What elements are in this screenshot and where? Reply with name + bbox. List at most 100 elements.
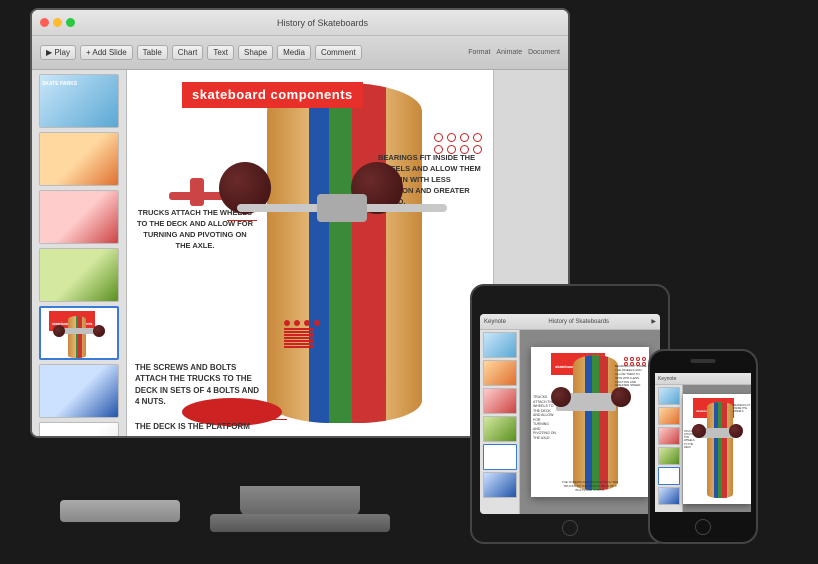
iphone-thumb-3[interactable] xyxy=(658,427,680,445)
iphone-titlebar: Keynote xyxy=(655,373,751,385)
annotation-deck: THE DECK IS THE PLATFORM xyxy=(135,421,265,433)
iphone-main: skateboard components xyxy=(655,385,751,512)
table-button[interactable]: Table xyxy=(137,45,168,60)
connector-deck xyxy=(237,419,287,420)
ipad-thumb-5[interactable] xyxy=(483,444,517,470)
bearing-dots xyxy=(434,133,483,154)
ipad-wheels xyxy=(551,387,631,407)
ipad-content: Keynote History of Skateboards ▶ xyxy=(480,314,660,514)
screw-line xyxy=(284,331,314,333)
title-bar: History of Skateboards xyxy=(32,10,568,36)
iphone: Keynote xyxy=(648,349,758,544)
ipad-anno-screws: THE SCREWS AND BOLTS ATTACH THE TRUCKS T… xyxy=(560,480,620,492)
iphone-thumb-4[interactable] xyxy=(658,447,680,465)
ipad-bdot xyxy=(624,357,628,361)
ipad-thumb-4[interactable] xyxy=(483,416,517,442)
media-button[interactable]: Media xyxy=(277,45,311,60)
bearing-dot xyxy=(434,133,443,142)
slide-content: skateboard components xyxy=(127,70,493,436)
ipad-anno-bearings: BEARINGS FIT INSIDE THE WHEELS AND ALLOW… xyxy=(615,365,647,388)
ipad-thumb-3[interactable] xyxy=(483,388,517,414)
screw-line xyxy=(284,340,314,342)
slide-thumbnail-5[interactable]: skateboard components xyxy=(39,306,119,360)
screw-dots xyxy=(284,320,322,326)
window-title: History of Skateboards xyxy=(85,18,560,28)
slide-panel: SKATE PARKS xyxy=(32,70,127,436)
shape-button[interactable]: Shape xyxy=(238,45,273,60)
iphone-content: Keynote xyxy=(655,373,751,512)
screw-line xyxy=(284,328,314,330)
iphone-speaker xyxy=(691,359,716,363)
ipad-bdot xyxy=(636,357,640,361)
close-button[interactable] xyxy=(40,18,49,27)
truck-assembly xyxy=(237,186,447,231)
maximize-button[interactable] xyxy=(66,18,75,27)
play-button[interactable]: ▶ Play xyxy=(40,45,76,60)
mac-mini xyxy=(60,500,180,522)
screw-dot xyxy=(314,320,320,326)
traffic-lights xyxy=(40,18,75,27)
screw-dot xyxy=(304,320,310,326)
ipad-slides xyxy=(480,330,520,514)
bearing-dot xyxy=(447,133,456,142)
iphone-thumb-2[interactable] xyxy=(658,407,680,425)
iphone-screen: Keynote xyxy=(655,373,751,512)
screw-lines xyxy=(284,328,322,348)
ipad-file-title: History of Skateboards xyxy=(548,319,609,325)
screw-line xyxy=(284,346,314,348)
text-button[interactable]: Text xyxy=(207,45,234,60)
screw-line xyxy=(284,334,314,336)
bearing-dot xyxy=(460,133,469,142)
slide-thumbnail-3[interactable] xyxy=(39,190,119,244)
ipad-home-button[interactable] xyxy=(562,520,578,536)
ipad-thumb-2[interactable] xyxy=(483,360,517,386)
ipad-canvas: skateboard components xyxy=(520,330,660,514)
iphone-slide-content: skateboard components xyxy=(683,394,751,504)
iphone-home-button[interactable] xyxy=(695,519,711,535)
ipad-wheel-right xyxy=(611,387,631,407)
ipad-play-button[interactable]: ▶ xyxy=(651,318,656,325)
slide-thumbnail-4[interactable] xyxy=(39,248,119,302)
chart-button[interactable]: Chart xyxy=(172,45,204,60)
iphone-deck xyxy=(707,402,733,498)
truck-body xyxy=(317,194,367,222)
skateboard-deck xyxy=(267,83,422,423)
slide-thumbnail-2[interactable] xyxy=(39,132,119,186)
minimize-button[interactable] xyxy=(53,18,62,27)
document-button[interactable]: Document xyxy=(528,49,560,56)
iphone-thumb-1[interactable] xyxy=(658,387,680,405)
format-button[interactable]: Format xyxy=(468,49,490,56)
iphone-app-name: Keynote xyxy=(658,376,676,382)
iphone-stripe-red xyxy=(722,402,727,498)
slide-thumbnail-6[interactable] xyxy=(39,364,119,418)
slide-thumbnail-1[interactable]: SKATE PARKS xyxy=(39,74,119,128)
iphone-anno-trucks: TRUCKS ATTACH THE WHEELS TO THE DECK xyxy=(684,430,696,450)
ipad-body: Keynote History of Skateboards ▶ xyxy=(470,284,670,544)
add-slide-button[interactable]: + Add Slide xyxy=(80,45,133,60)
ipad-bdot xyxy=(630,357,634,361)
ipad-thumb-1[interactable] xyxy=(483,332,517,358)
iphone-body: Keynote xyxy=(648,349,758,544)
ipad-app-title: Keynote xyxy=(484,319,506,325)
slide-thumbnail-7[interactable] xyxy=(39,422,119,436)
ipad-stripe-red xyxy=(599,355,608,490)
screw-dot xyxy=(294,320,300,326)
iphone-canvas: skateboard components xyxy=(683,385,751,512)
toolbar: ▶ Play + Add Slide Table Chart Text Shap… xyxy=(32,36,568,70)
iphone-wheel-right xyxy=(729,424,743,438)
monitor-base xyxy=(210,514,390,532)
comment-button[interactable]: Comment xyxy=(315,45,362,60)
ipad-titlebar: Keynote History of Skateboards ▶ xyxy=(480,314,660,330)
animate-button[interactable]: Animate xyxy=(496,49,522,56)
slide-canvas: skateboard components xyxy=(127,70,493,436)
ipad-slide-content: skateboard components xyxy=(531,347,649,497)
ipad-main: skateboard components xyxy=(480,330,660,514)
iphone-thumb-5[interactable] xyxy=(658,467,680,485)
ipad-thumb-6[interactable] xyxy=(483,472,517,498)
slide-title: skateboard components xyxy=(192,87,353,102)
iphone-thumb-6[interactable] xyxy=(658,487,680,505)
monitor-stand xyxy=(240,486,360,516)
screw-dot xyxy=(284,320,290,326)
ipad-stripe-blue xyxy=(585,355,592,490)
ipad-bdot xyxy=(642,357,646,361)
